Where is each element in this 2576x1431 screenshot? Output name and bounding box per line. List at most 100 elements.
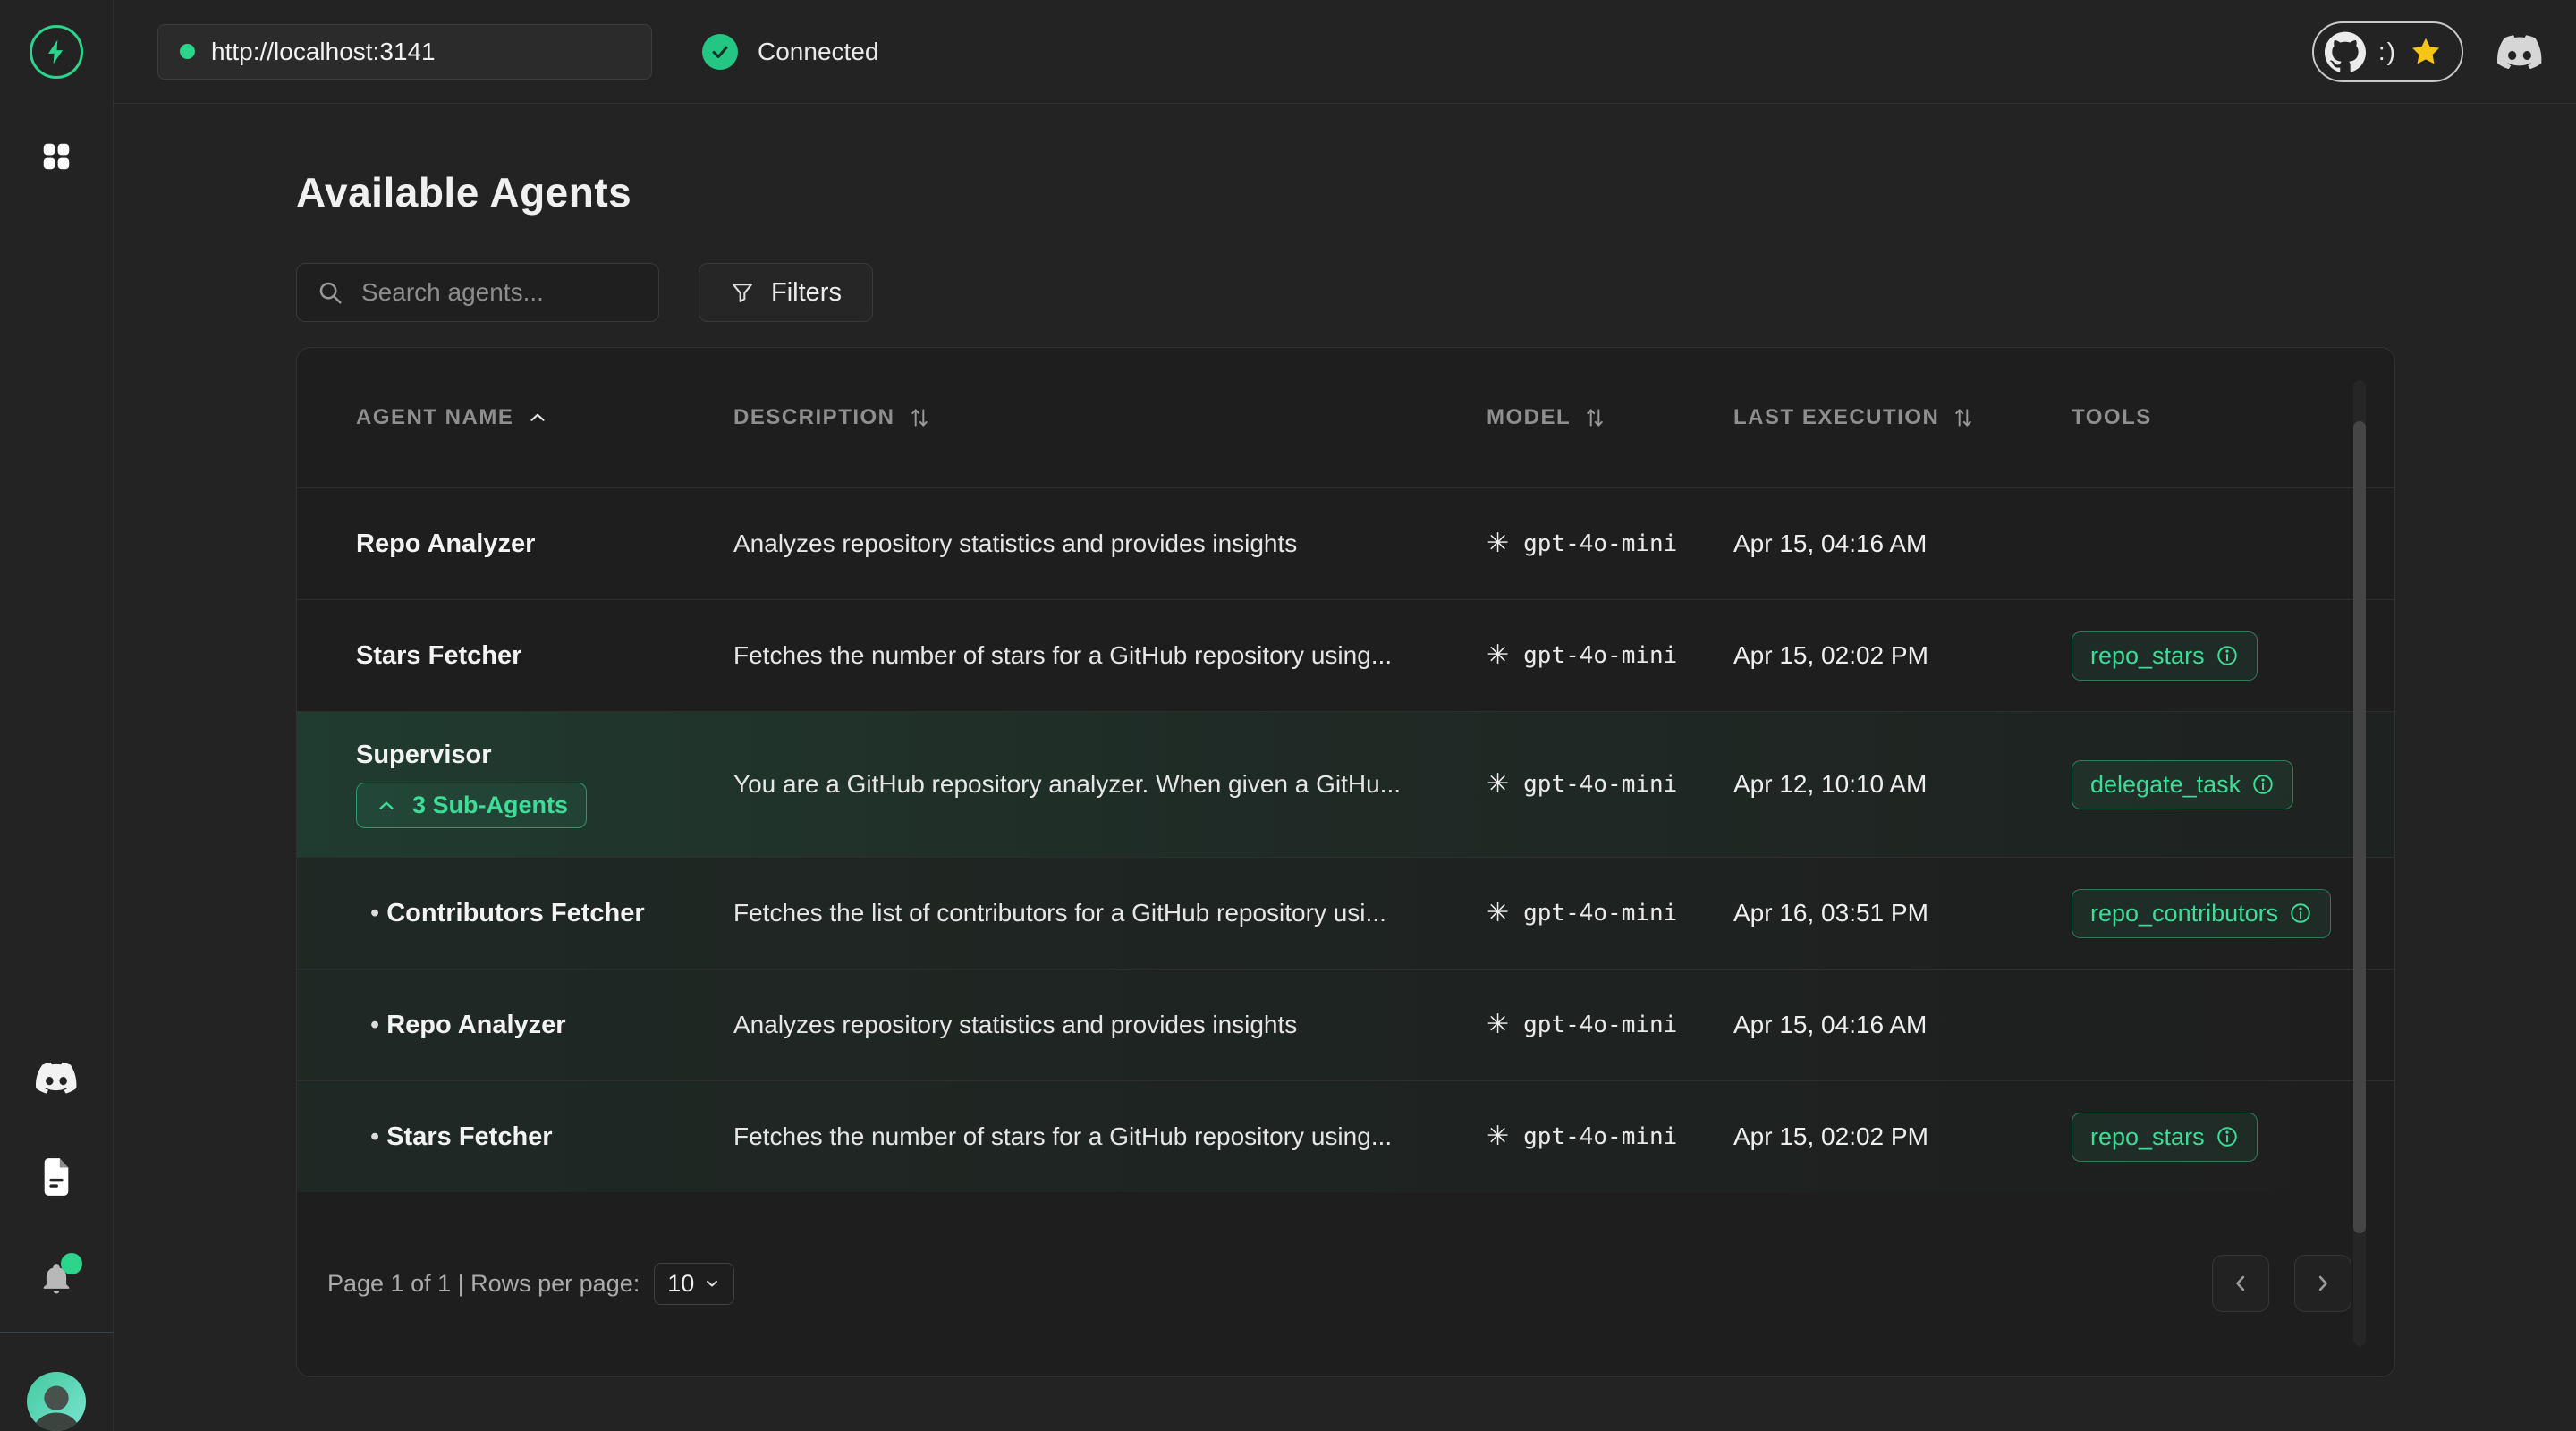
agent-name: Contributors Fetcher	[370, 899, 645, 928]
column-label: DESCRIPTION	[733, 405, 895, 430]
info-icon[interactable]	[2289, 902, 2312, 925]
sidebar-item-docs[interactable]	[39, 1158, 73, 1196]
model-name: gpt-4o-mini	[1523, 530, 1677, 557]
next-page-button[interactable]	[2294, 1255, 2351, 1312]
info-icon[interactable]	[2216, 1125, 2239, 1148]
agent-description: Fetches the number of stars for a GitHub…	[705, 1122, 1458, 1151]
github-smiley-label: :)	[2378, 38, 2397, 66]
table-row[interactable]: Repo Analyzer Analyzes repository statis…	[297, 487, 2394, 599]
table-row-subagent[interactable]: Repo Analyzer Analyzes repository statis…	[297, 969, 2394, 1080]
agent-name: Repo Analyzer	[356, 529, 535, 559]
table-header-row: AGENT NAME DESCRIPTION MODEL LAST EXECUT…	[297, 348, 2394, 487]
last-execution: Apr 15, 04:16 AM	[1705, 1011, 2043, 1039]
last-execution: Apr 12, 10:10 AM	[1705, 770, 2043, 799]
discord-icon	[36, 1062, 77, 1094]
search-agents-box	[296, 263, 659, 322]
last-execution: Apr 16, 03:51 PM	[1705, 899, 2043, 927]
notification-dot	[61, 1253, 82, 1274]
openai-icon: ✳	[1487, 771, 1509, 798]
tool-name: repo_stars	[2090, 1123, 2205, 1151]
subagents-label: 3 Sub-Agents	[412, 792, 568, 819]
sidebar-divider	[0, 1332, 114, 1333]
sidebar-item-dashboard[interactable]	[39, 140, 73, 174]
scrollbar-thumb[interactable]	[2353, 421, 2366, 1233]
table-row-supervisor[interactable]: Supervisor 3 Sub-Agents You are a GitHub…	[297, 711, 2394, 857]
sidebar-item-notifications[interactable]	[39, 1260, 73, 1296]
column-label: AGENT NAME	[356, 405, 513, 430]
column-header-model[interactable]: MODEL	[1458, 405, 1705, 430]
page-title: Available Agents	[296, 168, 631, 216]
agent-name: Stars Fetcher	[356, 641, 521, 671]
sidebar	[0, 0, 114, 1431]
tool-badge[interactable]: repo_contributors	[2072, 889, 2331, 938]
subagents-toggle[interactable]: 3 Sub-Agents	[356, 783, 587, 828]
avatar-photo	[27, 1377, 86, 1431]
chevron-down-icon	[703, 1274, 721, 1292]
tool-name: repo_contributors	[2090, 900, 2278, 927]
chevron-up-icon	[375, 794, 398, 817]
last-execution: Apr 15, 02:02 PM	[1705, 1122, 2043, 1151]
agent-description: Analyzes repository statistics and provi…	[705, 529, 1458, 558]
table-row-subagent[interactable]: Contributors Fetcher Fetches the list of…	[297, 857, 2394, 969]
model-name: gpt-4o-mini	[1523, 900, 1677, 927]
agent-description: Fetches the list of contributors for a G…	[705, 899, 1458, 927]
column-header-description[interactable]: DESCRIPTION	[705, 405, 1458, 430]
connection-status: Connected	[702, 34, 878, 70]
pagination-summary: Page 1 of 1 | Rows per page:	[327, 1270, 640, 1298]
github-icon	[2325, 31, 2366, 72]
agent-description: Fetches the number of stars for a GitHub…	[705, 641, 1458, 670]
tool-name: repo_stars	[2090, 642, 2205, 670]
server-status-dot	[180, 44, 195, 59]
info-icon[interactable]	[2216, 644, 2239, 667]
sort-updown-icon	[908, 405, 931, 430]
sort-updown-icon	[1952, 405, 1975, 430]
rows-per-page-select[interactable]: 10	[654, 1263, 734, 1305]
app-logo[interactable]	[30, 25, 83, 79]
sort-updown-icon	[1583, 405, 1606, 430]
tool-name: delegate_task	[2090, 771, 2241, 799]
info-icon[interactable]	[2251, 773, 2275, 796]
chevron-left-icon	[2228, 1271, 2253, 1296]
table-row-subagent[interactable]: Stars Fetcher Fetches the number of star…	[297, 1080, 2394, 1192]
sidebar-item-discord[interactable]	[36, 1062, 77, 1094]
main-content: Available Agents Filters AGENT NAME DE	[114, 104, 2576, 1431]
tool-badge[interactable]: delegate_task	[2072, 760, 2293, 809]
openai-icon: ✳	[1487, 1012, 1509, 1038]
check-icon	[702, 34, 738, 70]
model-name: gpt-4o-mini	[1523, 1123, 1677, 1150]
column-header-agent-name[interactable]: AGENT NAME	[327, 405, 705, 430]
tool-badge[interactable]: repo_stars	[2072, 631, 2258, 681]
topbar: http://localhost:3141 Connected :)	[114, 0, 2576, 104]
agents-table-card: AGENT NAME DESCRIPTION MODEL LAST EXECUT…	[296, 347, 2395, 1377]
agent-name: Repo Analyzer	[370, 1011, 566, 1040]
previous-page-button[interactable]	[2212, 1255, 2269, 1312]
user-avatar[interactable]	[27, 1372, 86, 1431]
column-header-last-execution[interactable]: LAST EXECUTION	[1705, 405, 2043, 430]
agent-description: You are a GitHub repository analyzer. Wh…	[705, 770, 1458, 799]
model-name: gpt-4o-mini	[1523, 771, 1677, 798]
search-input[interactable]	[361, 278, 639, 307]
connection-status-label: Connected	[758, 38, 878, 66]
openai-icon: ✳	[1487, 1123, 1509, 1150]
agent-name: Supervisor	[356, 741, 492, 770]
tool-badge[interactable]: repo_stars	[2072, 1113, 2258, 1162]
last-execution: Apr 15, 04:16 AM	[1705, 529, 2043, 558]
openai-icon: ✳	[1487, 530, 1509, 557]
rows-per-page-value: 10	[667, 1270, 694, 1298]
filters-button[interactable]: Filters	[699, 263, 873, 322]
column-label: MODEL	[1487, 405, 1571, 430]
github-star-button[interactable]: :)	[2312, 21, 2463, 82]
discord-link[interactable]	[2497, 35, 2542, 69]
column-label: TOOLS	[2072, 405, 2152, 430]
filter-funnel-icon	[730, 280, 755, 305]
table-footer: Page 1 of 1 | Rows per page: 10	[297, 1190, 2394, 1376]
grid-icon	[39, 140, 73, 174]
filters-label: Filters	[771, 278, 842, 308]
server-url-field[interactable]: http://localhost:3141	[157, 24, 652, 80]
model-name: gpt-4o-mini	[1523, 642, 1677, 669]
openai-icon: ✳	[1487, 642, 1509, 669]
star-icon	[2410, 36, 2442, 68]
table-row[interactable]: Stars Fetcher Fetches the number of star…	[297, 599, 2394, 711]
server-url: http://localhost:3141	[211, 38, 436, 66]
column-label: LAST EXECUTION	[1733, 405, 1939, 430]
